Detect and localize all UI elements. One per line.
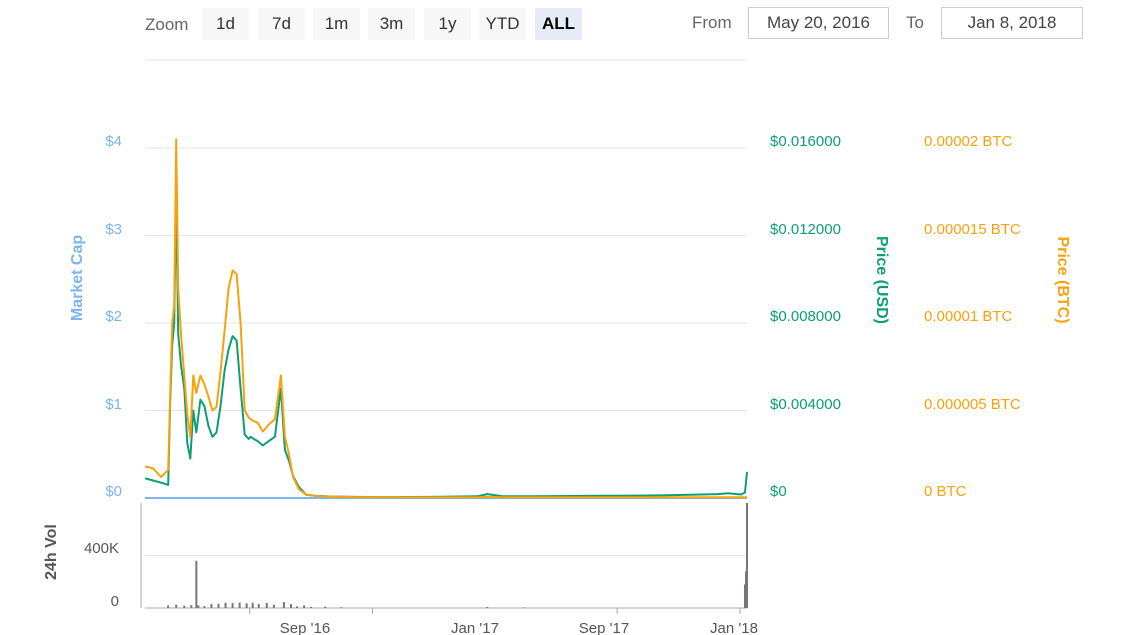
volume-bar: [195, 560, 198, 608]
volume-bar: [175, 604, 178, 608]
x-axis-tick: Sep '17: [579, 620, 629, 635]
volume-axis-title: 24h Vol: [43, 524, 60, 580]
price-chart[interactable]: Market Cap Price (USD) Price (BTC) 24h V…: [0, 0, 1129, 635]
volume-bar: [523, 607, 526, 608]
volume-bar: [296, 606, 299, 608]
volume-bar: [340, 607, 343, 608]
price-btc-axis-title: Price (BTC): [1054, 236, 1071, 323]
price-btc-tick: 0 BTC: [924, 483, 967, 500]
market-cap-axis-title: Market Cap: [69, 235, 86, 321]
market-cap-tick: $3: [105, 221, 122, 238]
volume-bar: [486, 606, 489, 608]
price-btc-tick: 0.00002 BTC: [924, 133, 1013, 150]
market-cap-tick: $2: [105, 308, 122, 325]
axis-lines: [140, 503, 747, 614]
series-lines: [144, 138, 748, 499]
price-usd-tick: $0.012000: [770, 221, 841, 238]
price-usd-tick: $0.008000: [770, 308, 841, 325]
volume-bar: [324, 606, 327, 608]
price-btc-tick: 0.000005 BTC: [924, 396, 1021, 413]
volume-bar: [167, 605, 170, 608]
price-usd-tick: $0.016000: [770, 133, 841, 150]
volume-bar: [272, 604, 275, 608]
volume-tick: 0: [111, 593, 119, 610]
volume-bar: [746, 503, 748, 608]
grid-lines: [145, 59, 747, 609]
price-btc-tick: 0.000015 BTC: [924, 221, 1021, 238]
volume-bar: [310, 606, 313, 608]
x-axis-tick: Jan '18: [710, 620, 758, 635]
volume-bar: [231, 603, 234, 608]
price-usd-axis-title: Price (USD): [873, 236, 890, 324]
volume-bar: [257, 604, 260, 608]
price-usd-line: [144, 190, 748, 499]
volume-bar: [183, 605, 186, 608]
price-btc-line: [144, 138, 747, 499]
price-btc-tick: 0.00001 BTC: [924, 308, 1013, 325]
price-usd-tick: $0.004000: [770, 396, 841, 413]
volume-bar: [265, 603, 268, 608]
x-axis-tick: Sep '16: [280, 620, 330, 635]
volume-bar: [238, 602, 241, 608]
volume-bar: [217, 603, 220, 608]
volume-bar: [210, 604, 213, 608]
volume-bar: [224, 602, 227, 608]
price-usd-tick: $0: [770, 483, 787, 500]
volume-bar: [197, 605, 200, 608]
volume-bar: [190, 605, 193, 608]
volume-bar: [303, 605, 306, 608]
x-axis-tick: Jan '17: [451, 620, 499, 635]
market-cap-tick: $1: [105, 396, 122, 413]
volume-bar: [282, 602, 285, 608]
volume-tick: 400K: [84, 540, 119, 557]
volume-bar: [251, 602, 254, 608]
volume-bar: [289, 604, 292, 608]
market-cap-tick: $0: [105, 483, 122, 500]
market-cap-tick: $4: [105, 133, 122, 150]
volume-bar: [203, 606, 206, 608]
volume-bar: [245, 603, 248, 608]
